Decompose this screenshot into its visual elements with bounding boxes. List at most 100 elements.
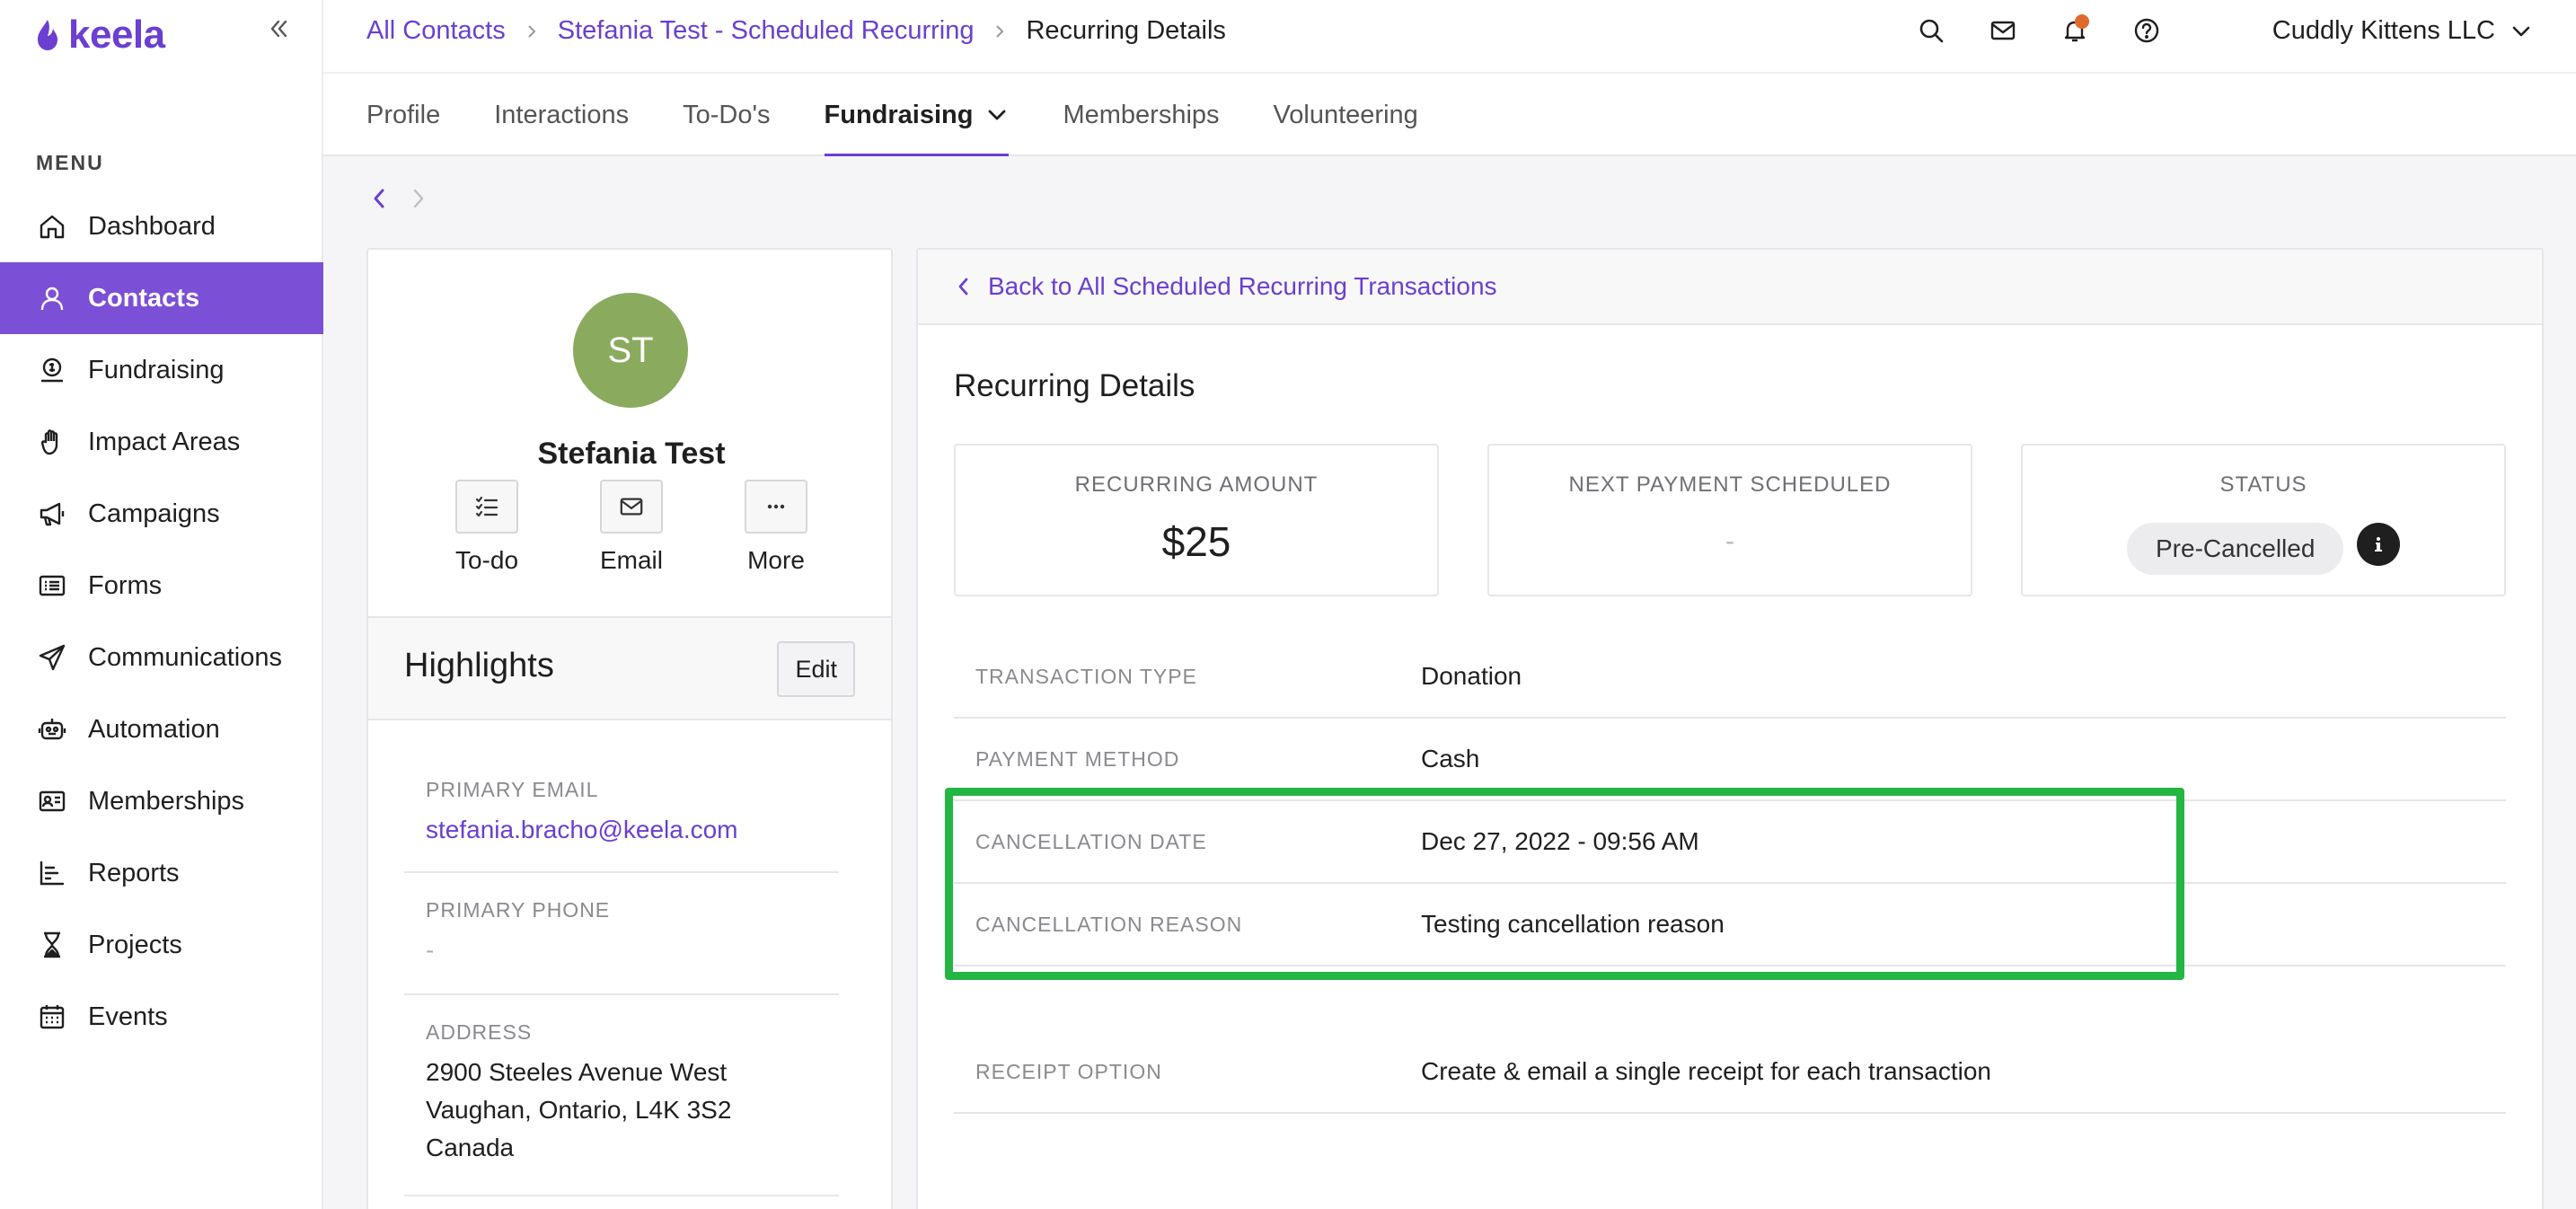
main-menu: Dashboard Contacts Fundraising Impact Ar… <box>0 190 323 1053</box>
transaction-type-row: TRANSACTION TYPE Donation <box>954 636 2506 719</box>
tab-fundraising[interactable]: Fundraising <box>824 74 1010 158</box>
back-link-label: Back to All Scheduled Recurring Transact… <box>988 272 1497 300</box>
keela-logo[interactable]: keela <box>34 13 165 57</box>
chevron-left-icon <box>958 278 968 296</box>
tab-todos[interactable]: To-Do's <box>683 74 770 156</box>
sidebar: keela MENU Dashboard Contacts Fundraisin… <box>0 0 323 1209</box>
mail-icon[interactable] <box>1987 14 2019 47</box>
cancellation-reason-row: CANCELLATION REASON Testing cancellation… <box>954 884 2506 966</box>
tab-memberships[interactable]: Memberships <box>1063 74 1219 156</box>
search-icon[interactable] <box>1915 14 1947 47</box>
sidebar-item-memberships[interactable]: Memberships <box>0 765 323 837</box>
back-to-scheduled-recurring-link[interactable]: Back to All Scheduled Recurring Transact… <box>918 250 2542 325</box>
main-content: ST Stefania Test To-do Email More Highli… <box>323 156 2576 1209</box>
tab-label: Fundraising <box>824 100 974 129</box>
primary-email-link[interactable]: stefania.bracho@keela.com <box>404 811 839 849</box>
help-icon[interactable] <box>2130 14 2163 47</box>
sidebar-item-communications[interactable]: Communications <box>0 622 323 693</box>
field-label: PRIMARY PHONE <box>426 898 611 922</box>
sidebar-item-label: Dashboard <box>88 211 216 241</box>
robot-icon <box>36 713 68 746</box>
checklist-icon <box>475 496 498 517</box>
sidebar-item-forms[interactable]: Forms <box>0 550 323 622</box>
breadcrumb-current: Recurring Details <box>1026 16 1226 45</box>
sidebar-item-label: Fundraising <box>88 355 225 384</box>
address-field: ADDRESS 2900 Steeles Avenue West Vaughan… <box>404 1020 839 1196</box>
next-record-button[interactable] <box>408 185 429 212</box>
contact-tabs: Profile Interactions To-Do's Fundraising… <box>323 72 2576 158</box>
chevron-right-icon <box>524 23 540 40</box>
paper-plane-icon <box>36 641 68 674</box>
megaphone-icon <box>36 498 68 530</box>
sidebar-item-label: Reports <box>88 858 180 887</box>
mail-icon <box>620 498 643 516</box>
address-value: 2900 Steeles Avenue West Vaughan, Ontari… <box>404 1054 839 1167</box>
bell-icon[interactable] <box>2059 14 2091 47</box>
breadcrumb-contact-recurring[interactable]: Stefania Test - Scheduled Recurring <box>558 16 975 46</box>
highlights-title: Highlights <box>404 647 554 684</box>
sidebar-item-events[interactable]: Events <box>0 981 323 1053</box>
detail-label: CANCELLATION REASON <box>975 912 1243 936</box>
status-card: STATUS Pre-Cancelled <box>2021 444 2506 596</box>
stat-label: RECURRING AMOUNT <box>1074 472 1319 497</box>
sidebar-item-impact-areas[interactable]: Impact Areas <box>0 406 323 478</box>
id-card-icon <box>36 785 68 817</box>
tab-profile[interactable]: Profile <box>366 74 440 156</box>
tab-label: Profile <box>366 100 441 129</box>
detail-label: PAYMENT METHOD <box>975 746 1180 771</box>
highlights-header: Highlights Edit <box>368 616 891 720</box>
sidebar-item-contacts[interactable]: Contacts <box>0 262 323 334</box>
previous-record-button[interactable] <box>368 185 390 212</box>
notification-dot <box>2075 14 2089 29</box>
org-name: Cuddly Kittens LLC <box>2272 16 2495 45</box>
tab-interactions[interactable]: Interactions <box>494 74 629 156</box>
sidebar-item-label: Contacts <box>88 283 200 313</box>
top-bar: All Contacts Stefania Test - Scheduled R… <box>323 0 2576 72</box>
sidebar-item-label: Forms <box>88 570 163 600</box>
sidebar-item-reports[interactable]: Reports <box>0 837 323 909</box>
todo-action[interactable]: To-do <box>433 480 541 575</box>
info-icon[interactable] <box>2357 523 2400 566</box>
sidebar-item-automation[interactable]: Automation <box>0 693 323 765</box>
email-action[interactable]: Email <box>578 480 685 575</box>
person-icon <box>36 282 68 314</box>
sidebar-item-label: Campaigns <box>88 499 220 528</box>
edit-highlights-button[interactable]: Edit <box>777 641 855 697</box>
payment-method-row: PAYMENT METHOD Cash <box>954 719 2506 801</box>
detail-label: CANCELLATION DATE <box>975 829 1207 853</box>
tab-label: Interactions <box>494 100 630 129</box>
sidebar-item-label: Automation <box>88 714 220 744</box>
primary-phone-field: PRIMARY PHONE - <box>404 898 839 995</box>
more-button[interactable] <box>745 480 807 534</box>
cancellation-date-row: CANCELLATION DATE Dec 27, 2022 - 09:56 A… <box>954 801 2506 884</box>
tab-label: Memberships <box>1063 100 1220 129</box>
sidebar-item-label: Projects <box>88 930 182 959</box>
detail-value: Create & email a single receipt for each… <box>1421 1057 1991 1085</box>
detail-value: Dec 27, 2022 - 09:56 AM <box>1421 827 1699 855</box>
email-button[interactable] <box>600 480 663 534</box>
chevron-left-icon <box>374 189 384 208</box>
more-action[interactable]: More <box>722 480 830 575</box>
tab-volunteering[interactable]: Volunteering <box>1274 74 1418 156</box>
tab-label: Volunteering <box>1273 100 1418 129</box>
address-line: Canada <box>426 1134 515 1161</box>
chevron-right-icon <box>992 23 1008 40</box>
menu-heading: MENU <box>36 151 104 174</box>
collapse-sidebar-button[interactable] <box>260 11 296 47</box>
sidebar-item-campaigns[interactable]: Campaigns <box>0 478 323 550</box>
breadcrumb: All Contacts Stefania Test - Scheduled R… <box>366 16 1226 46</box>
sidebar-item-fundraising[interactable]: Fundraising <box>0 334 323 406</box>
sidebar-item-label: Impact Areas <box>88 427 241 456</box>
detail-value: Donation <box>1421 662 1522 690</box>
org-switcher[interactable]: Cuddly Kittens LLC <box>2272 16 2533 46</box>
sidebar-item-label: Events <box>88 1002 168 1031</box>
hourglass-icon <box>36 929 68 961</box>
sidebar-item-dashboard[interactable]: Dashboard <box>0 190 323 262</box>
status-badge: Pre-Cancelled <box>2127 523 2344 575</box>
sidebar-item-projects[interactable]: Projects <box>0 909 323 981</box>
todo-button[interactable] <box>455 480 518 534</box>
double-chevron-left-icon <box>270 20 287 38</box>
breadcrumb-all-contacts[interactable]: All Contacts <box>366 16 506 46</box>
stat-label: NEXT PAYMENT SCHEDULED <box>1568 472 1892 497</box>
calendar-icon <box>36 1001 68 1033</box>
